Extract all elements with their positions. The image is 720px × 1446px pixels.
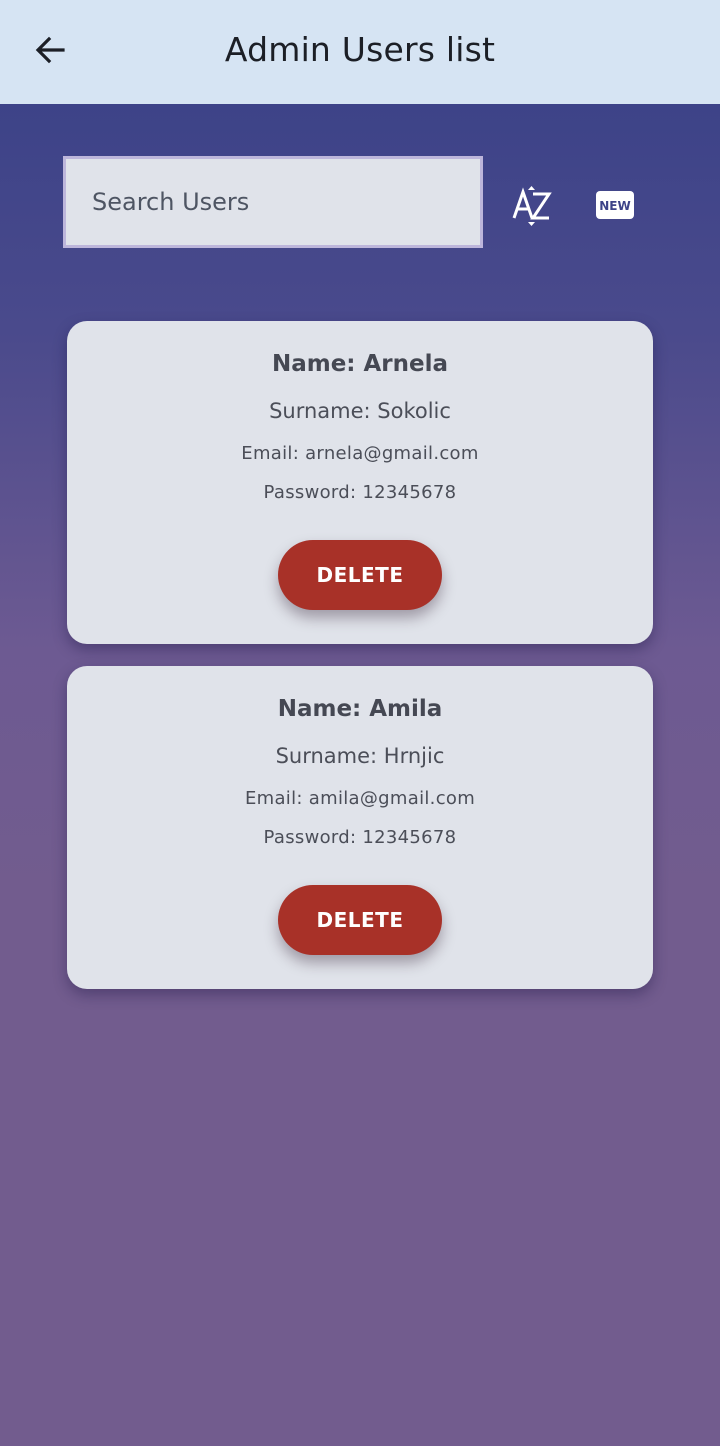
user-surname: Surname: Sokolic [269,399,451,423]
user-email: Email: amila@gmail.com [244,788,476,809]
new-badge-text: NEW [599,199,630,213]
user-name: Name: Amila [277,696,443,722]
sort-az-icon [512,186,552,226]
search-field[interactable] [63,156,483,248]
page-title: Admin Users list [224,30,496,69]
user-password: Password: 12345678 [263,482,457,503]
user-name: Name: Arnela [271,351,449,377]
delete-button[interactable]: DELETE [278,885,442,955]
delete-button[interactable]: DELETE [278,540,442,610]
user-card: Name: Amila Surname: Hrnjic Email: amila… [67,666,653,989]
new-badge-icon: NEW [596,191,634,219]
sort-az-button[interactable] [506,184,558,228]
user-card: Name: Arnela Surname: Sokolic Email: arn… [67,321,653,644]
user-email: Email: arnela@gmail.com [241,443,479,464]
user-password: Password: 12345678 [263,827,457,848]
app-bar: Admin Users list [0,0,720,104]
user-surname: Surname: Hrnjic [275,744,445,768]
new-user-button[interactable]: NEW [594,188,636,222]
search-input[interactable] [66,159,480,245]
